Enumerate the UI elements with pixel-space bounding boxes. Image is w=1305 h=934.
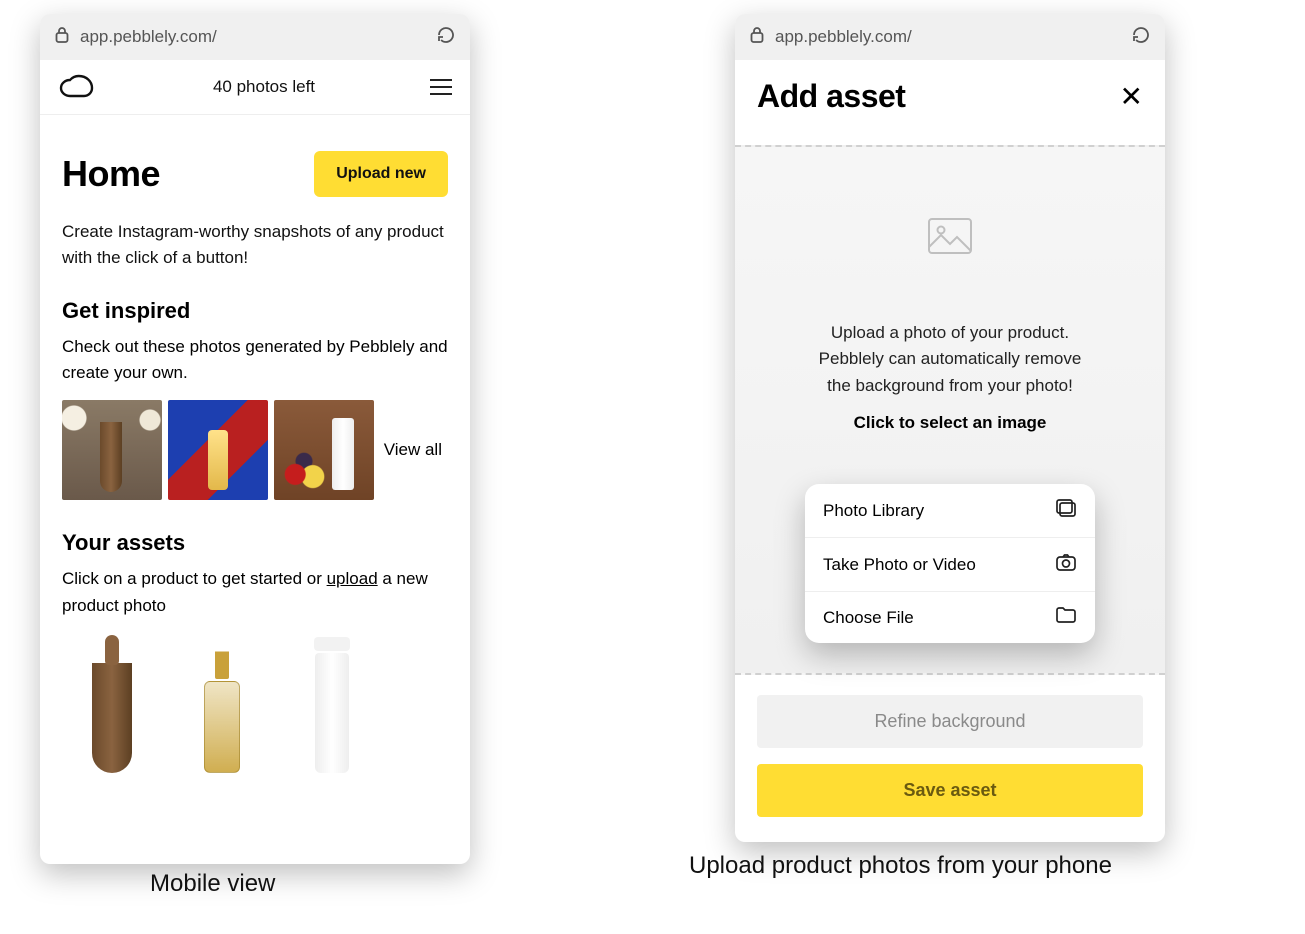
folder-icon (1055, 606, 1077, 629)
get-inspired-heading: Get inspired (62, 298, 448, 324)
dropzone-text: Upload a photo of your product. Pebblely… (735, 320, 1165, 399)
inspiration-thumb-1[interactable] (62, 400, 162, 500)
tagline-text: Create Instagram-worthy snapshots of any… (62, 219, 448, 272)
lock-icon (54, 26, 70, 49)
pebblely-logo-icon[interactable] (58, 74, 98, 100)
assets-text-pre: Click on a product to get started or (62, 569, 327, 588)
photos-remaining-label: 40 photos left (213, 77, 315, 97)
reload-icon[interactable] (1131, 25, 1151, 50)
url-text: app.pebblely.com/ (775, 27, 1131, 47)
refine-background-button[interactable]: Refine background (757, 695, 1143, 748)
photo-library-option[interactable]: Photo Library (805, 484, 1095, 538)
upload-link[interactable]: upload (327, 569, 378, 588)
photo-library-icon (1055, 498, 1077, 523)
inspiration-thumb-3[interactable] (274, 400, 374, 500)
view-all-link[interactable]: View all (380, 440, 448, 460)
camera-icon (1055, 552, 1077, 577)
option-label: Take Photo or Video (823, 555, 976, 575)
your-assets-heading: Your assets (62, 530, 448, 556)
asset-bottle[interactable] (72, 633, 152, 773)
page-title: Home (62, 153, 160, 195)
mobile-home-screenshot: app.pebblely.com/ 40 photos left Home Up… (40, 14, 470, 864)
right-caption: Upload product photos from your phone (689, 852, 1112, 880)
app-header: 40 photos left (40, 60, 470, 115)
choose-file-option[interactable]: Choose File (805, 592, 1095, 643)
browser-url-bar: app.pebblely.com/ (735, 14, 1165, 60)
option-label: Photo Library (823, 501, 924, 521)
close-icon[interactable]: ✕ (1120, 83, 1143, 111)
url-text: app.pebblely.com/ (80, 27, 436, 47)
take-photo-option[interactable]: Take Photo or Video (805, 538, 1095, 592)
home-body: Home Upload new Create Instagram-worthy … (40, 115, 470, 773)
inspiration-thumbnails: View all (62, 400, 448, 500)
browser-url-bar: app.pebblely.com/ (40, 14, 470, 60)
dropzone-cta: Click to select an image (735, 413, 1165, 433)
mobile-add-asset-screenshot: app.pebblely.com/ Add asset ✕ Upload a p… (735, 14, 1165, 842)
left-caption: Mobile view (150, 870, 275, 898)
modal-header: Add asset ✕ (735, 60, 1165, 127)
save-asset-button[interactable]: Save asset (757, 764, 1143, 817)
file-source-action-sheet: Photo Library Take Photo or Video Choose… (805, 484, 1095, 643)
add-asset-title: Add asset (757, 78, 905, 115)
your-assets-text: Click on a product to get started or upl… (62, 566, 448, 619)
hamburger-menu-icon[interactable] (430, 79, 452, 95)
get-inspired-text: Check out these photos generated by Pebb… (62, 334, 448, 387)
upload-dropzone[interactable]: Upload a photo of your product. Pebblely… (735, 145, 1165, 675)
assets-row (62, 633, 448, 773)
option-label: Choose File (823, 608, 914, 628)
lock-icon (749, 26, 765, 49)
asset-tube[interactable] (292, 633, 372, 773)
bottom-actions: Refine background Save asset (735, 675, 1165, 839)
asset-serum[interactable] (182, 633, 262, 773)
reload-icon[interactable] (436, 25, 456, 50)
upload-new-button[interactable]: Upload new (314, 151, 448, 197)
image-placeholder-icon (927, 217, 973, 260)
inspiration-thumb-2[interactable] (168, 400, 268, 500)
